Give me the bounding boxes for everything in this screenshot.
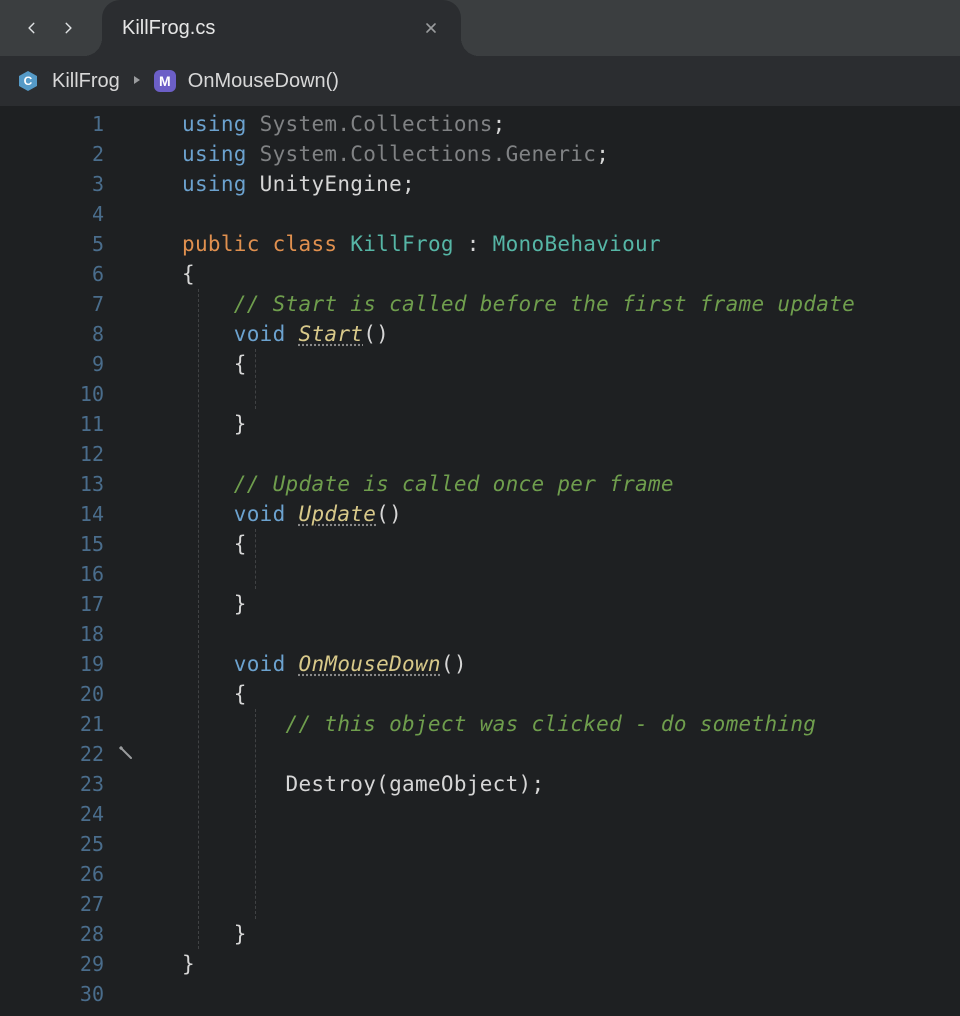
code-line[interactable]: { [182,259,960,289]
code-line[interactable] [182,979,960,1009]
line-number: 8 [0,319,140,349]
line-number: 17 [0,589,140,619]
code-line[interactable]: // this object was clicked - do somethin… [182,709,960,739]
svg-text:C: C [24,74,33,88]
nav-back-button[interactable] [14,10,50,46]
line-number: 27 [0,889,140,919]
line-number: 16 [0,559,140,589]
code-line[interactable]: using System.Collections.Generic; [182,139,960,169]
code-line[interactable]: } [182,589,960,619]
code-line[interactable]: { [182,349,960,379]
line-number: 26 [0,859,140,889]
breadcrumb-separator-icon [132,74,142,88]
line-number: 29 [0,949,140,979]
line-number: 24 [0,799,140,829]
code-line[interactable] [182,619,960,649]
line-number: 28 [0,919,140,949]
code-line[interactable] [182,739,960,769]
chevron-right-icon [61,21,75,35]
code-editor[interactable]: 1234567891011121314151617181920212223242… [0,106,960,1016]
line-number: 12 [0,439,140,469]
line-number: 14 [0,499,140,529]
breadcrumb-method[interactable]: OnMouseDown() [188,70,339,93]
close-icon [425,22,437,34]
code-line[interactable]: void Start() [182,319,960,349]
code-line[interactable]: // Update is called once per frame [182,469,960,499]
code-line[interactable]: void OnMouseDown() [182,649,960,679]
code-line[interactable] [182,799,960,829]
code-line[interactable] [182,559,960,589]
line-number: 21 [0,709,140,739]
editor-tab[interactable]: KillFrog.cs [102,0,461,56]
line-number: 5 [0,229,140,259]
code-line[interactable]: public class KillFrog : MonoBehaviour [182,229,960,259]
code-line[interactable] [182,829,960,859]
code-line[interactable]: Destroy(gameObject); [182,769,960,799]
method-icon: M [154,70,176,92]
line-number: 30 [0,979,140,1009]
line-number: 3 [0,169,140,199]
code-line[interactable]: { [182,529,960,559]
breadcrumb-class[interactable]: KillFrog [52,70,120,93]
tab-title: KillFrog.cs [122,17,215,40]
line-number: 10 [0,379,140,409]
line-number: 1 [0,109,140,139]
line-number: 9 [0,349,140,379]
class-icon: C [16,69,40,93]
code-line[interactable]: using System.Collections; [182,109,960,139]
line-number: 7 [0,289,140,319]
top-bar: KillFrog.cs [0,0,960,56]
code-line[interactable]: } [182,949,960,979]
code-line[interactable]: } [182,919,960,949]
line-number: 15 [0,529,140,559]
code-line[interactable]: using UnityEngine; [182,169,960,199]
tab-close-button[interactable] [425,19,437,38]
line-number: 25 [0,829,140,859]
line-number: 13 [0,469,140,499]
code-line[interactable] [182,199,960,229]
line-number: 20 [0,679,140,709]
gutter: 1234567891011121314151617181920212223242… [0,106,140,1016]
code-line[interactable]: // Start is called before the first fram… [182,289,960,319]
line-number: 4 [0,199,140,229]
code-line[interactable]: void Update() [182,499,960,529]
line-number: 6 [0,259,140,289]
code-area[interactable]: using System.Collections;using System.Co… [140,106,960,1016]
nav-forward-button[interactable] [50,10,86,46]
code-line[interactable] [182,859,960,889]
line-number: 2 [0,139,140,169]
code-line[interactable] [182,379,960,409]
line-number: 11 [0,409,140,439]
code-line[interactable] [182,439,960,469]
line-number: 23 [0,769,140,799]
line-number: 19 [0,649,140,679]
code-line[interactable]: } [182,409,960,439]
intention-bulb-icon[interactable] [118,739,134,769]
line-number: 18 [0,619,140,649]
code-line[interactable] [182,889,960,919]
chevron-left-icon [25,21,39,35]
breadcrumb: C KillFrog M OnMouseDown() [0,56,960,106]
line-number: 22 [0,739,140,769]
code-line[interactable]: { [182,679,960,709]
